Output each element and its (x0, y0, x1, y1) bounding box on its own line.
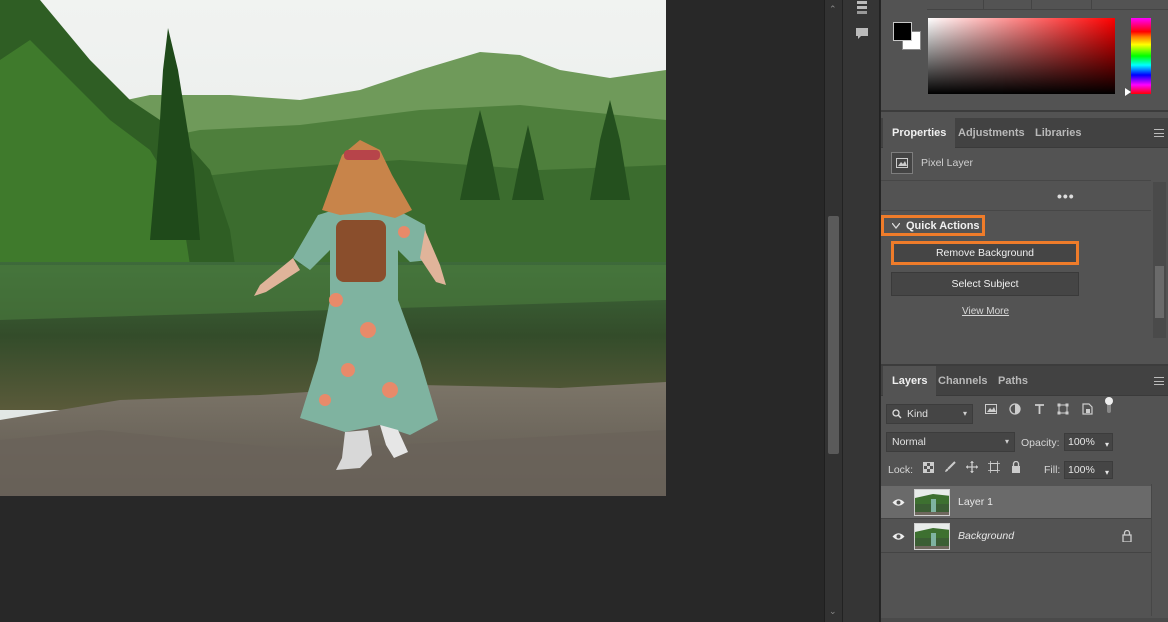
properties-scroll-thumb[interactable] (1155, 266, 1164, 318)
blend-mode-dropdown[interactable]: Normal ▾ (886, 432, 1015, 452)
opacity-input[interactable]: 100% ▾ (1064, 433, 1113, 451)
chevron-down-icon: ▾ (1004, 437, 1009, 446)
scroll-up-arrow[interactable]: ⌃ (829, 4, 837, 14)
tab-paths[interactable]: Paths (989, 366, 1037, 396)
opacity-value: 100% (1068, 436, 1095, 448)
chevron-down-icon (892, 222, 900, 229)
lock-artboard-icon[interactable] (987, 460, 1001, 474)
chevron-down-icon: ▾ (962, 409, 967, 418)
lock-position-icon[interactable] (965, 460, 979, 474)
hue-slider[interactable] (1131, 18, 1151, 94)
tab-adjustments[interactable]: Adjustments (949, 118, 1034, 148)
remove-background-button[interactable]: Remove Background (891, 241, 1079, 265)
layers-scrollbar[interactable] (1151, 484, 1168, 616)
document-canvas[interactable] (0, 0, 824, 622)
adjustment-filter-icon[interactable] (1008, 402, 1022, 416)
canvas-photo[interactable] (0, 0, 666, 496)
lock-pixels-icon[interactable] (921, 460, 935, 474)
color-picker-field[interactable] (928, 18, 1115, 94)
foreground-color-swatch[interactable] (893, 22, 912, 41)
blend-mode-value: Normal (892, 436, 926, 448)
color-panel-tab-edge (927, 0, 1168, 10)
layer-row-layer-1[interactable]: Layer 1 (881, 486, 1151, 519)
chevron-down-icon: ▾ (1104, 468, 1109, 477)
visibility-eye-icon[interactable] (891, 530, 905, 542)
color-panel (881, 0, 1168, 112)
quick-actions-header[interactable]: Quick Actions (881, 215, 985, 236)
shape-filter-icon[interactable] (1056, 402, 1070, 416)
pixel-layer-header: Pixel Layer (891, 152, 973, 174)
quick-actions-title: Quick Actions (906, 219, 980, 232)
properties-scrollbar[interactable] (1153, 182, 1166, 338)
hue-slider-handle[interactable] (1125, 88, 1131, 96)
right-panels: Properties Adjustments Libraries Pixel L… (881, 0, 1168, 622)
layers-panel-menu-icon[interactable] (1154, 377, 1164, 385)
opacity-label: Opacity: (1021, 437, 1060, 449)
canvas-scroll-thumb[interactable] (828, 216, 839, 454)
chevron-down-icon: ▾ (1104, 440, 1109, 449)
tab-channels[interactable]: Channels (929, 366, 997, 396)
layer-name[interactable]: Background (958, 530, 1014, 542)
select-subject-button[interactable]: Select Subject (891, 272, 1079, 296)
tab-properties[interactable]: Properties (883, 118, 956, 148)
pixel-layer-icon (891, 152, 913, 174)
photoshop-window: ⌃ ⌄ Properties Adjustments Libraries Pix… (0, 0, 1168, 622)
layer-thumbnail (914, 489, 950, 516)
type-filter-icon[interactable] (1032, 402, 1046, 416)
layers-panel: Layers Channels Paths Kind ▾ Normal ▾ Op… (881, 364, 1168, 622)
properties-panel: Properties Adjustments Libraries Pixel L… (881, 118, 1168, 364)
filter-kind-label: Kind (907, 408, 929, 420)
panel-dock-strip (842, 0, 880, 622)
view-more-link[interactable]: View More (962, 306, 1009, 317)
comment-icon[interactable] (854, 25, 870, 41)
tab-libraries[interactable]: Libraries (1026, 118, 1090, 148)
fill-value: 100% (1068, 464, 1095, 476)
layer-thumbnail (914, 523, 950, 550)
layers-tabbar: Layers Channels Paths (881, 366, 1168, 396)
layer-row-background[interactable]: Background (881, 520, 1151, 553)
smart-object-filter-icon[interactable] (1080, 402, 1094, 416)
search-icon (892, 409, 902, 419)
visibility-eye-icon[interactable] (891, 496, 905, 508)
filter-toggle-icon[interactable] (1102, 397, 1116, 413)
filter-kind-dropdown[interactable]: Kind ▾ (886, 404, 973, 424)
more-options-icon[interactable]: ••• (1057, 188, 1075, 204)
layers-panel-footer (881, 618, 1168, 622)
canvas-vertical-scrollbar[interactable]: ⌃ ⌄ (824, 0, 842, 622)
panel-menu-icon[interactable] (1154, 129, 1164, 137)
image-filter-icon[interactable] (984, 402, 998, 416)
fill-label: Fill: (1044, 464, 1061, 476)
pixel-layer-label: Pixel Layer (921, 157, 973, 169)
layer-lock-icon[interactable] (1122, 529, 1132, 545)
scroll-down-arrow[interactable]: ⌄ (829, 606, 837, 616)
properties-tabbar: Properties Adjustments Libraries (881, 118, 1168, 148)
fill-input[interactable]: 100% ▾ (1064, 461, 1113, 479)
lock-paint-icon[interactable] (943, 460, 957, 474)
history-icon[interactable] (854, 0, 870, 16)
layer-name[interactable]: Layer 1 (958, 496, 993, 508)
lock-all-icon[interactable] (1009, 460, 1023, 474)
lock-label: Lock: (888, 464, 914, 476)
